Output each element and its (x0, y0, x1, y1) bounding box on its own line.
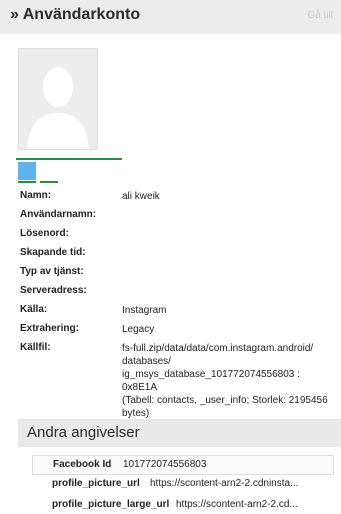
field-label: Serveradress: (20, 285, 87, 296)
field-label: Källa: (20, 304, 48, 315)
extra-key: Facebook Id (53, 459, 112, 470)
source-file-line: (Tabell: contacts, _user_info; Storlek: … (122, 395, 328, 406)
extra-row-profile-picture-url: profile_picture_url https://scontent-arn… (32, 475, 332, 493)
panel-header: » Användarkonto Gå till (0, 0, 341, 34)
extra-key: profile_picture_large_url (52, 499, 170, 510)
extra-value: 101772074556803 (123, 459, 207, 470)
accent-divider (16, 158, 122, 160)
field-label: Typ av tjänst: (20, 266, 84, 277)
extra-value-link[interactable]: https://scontent-arn2-2.cdninsta... (150, 478, 298, 489)
badge-underline (18, 181, 36, 183)
extra-value-link[interactable]: https://scontent-arn2-2.cd... (176, 499, 298, 510)
extra-key: profile_picture_url (52, 478, 140, 489)
avatar-silhouette (19, 49, 97, 149)
field-value: Legacy (122, 324, 155, 335)
source-file-line: ig_msys_database_101772074556803 : 0x8E1… (122, 369, 300, 393)
panel-title: » Användarkonto (10, 6, 141, 23)
field-value: ali kweik (122, 191, 160, 202)
section-header-other: Andra angivelser (18, 419, 341, 447)
source-file-line: databases/ (122, 356, 171, 367)
field-value: Instagram (122, 305, 167, 316)
source-file-path[interactable]: fs-full.zip/data/data/com.instagram.andr… (122, 342, 332, 420)
section-title: Andra angivelser (27, 424, 140, 441)
field-label: Extrahering: (20, 323, 79, 334)
extra-row-facebook-id: Facebook Id 101772074556803 (32, 455, 334, 475)
field-label: Namn: (20, 190, 52, 201)
field-label: Användarnamn: (20, 209, 97, 220)
user-silhouette-icon (18, 48, 98, 150)
source-file-line: fs-full.zip/data/data/com.instagram.andr… (122, 343, 314, 354)
field-label: Källfil: (20, 342, 51, 353)
extra-row-profile-picture-large-url: profile_picture_large_url https://sconte… (32, 496, 332, 514)
goto-link[interactable]: Gå till (307, 10, 333, 21)
field-label: Lösenord: (20, 228, 69, 239)
badge-underline-secondary (40, 181, 58, 183)
field-label: Skapande tid: (20, 247, 86, 258)
status-badge (18, 162, 36, 180)
